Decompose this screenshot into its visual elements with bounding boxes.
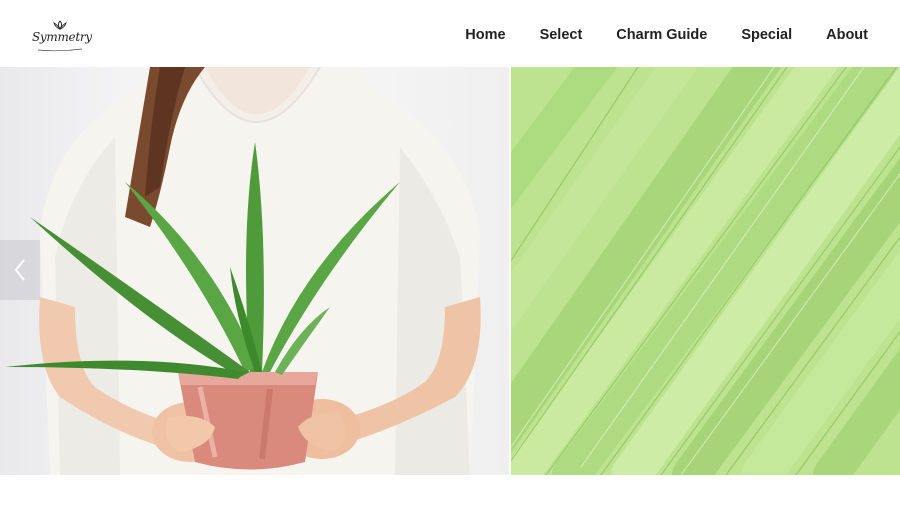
nav-item-about[interactable]: About [826, 27, 868, 43]
site-header: Symmetry Home Select Charm Guide Special… [0, 0, 900, 67]
lotus-icon [53, 20, 67, 30]
nav-item-special[interactable]: Special [741, 27, 792, 43]
content-area-below-slider [0, 475, 900, 514]
hero-image-woman-with-plant [0, 67, 509, 475]
main-nav: Home Select Charm Guide Special About [465, 27, 868, 43]
nav-item-charm-guide[interactable]: Charm Guide [616, 27, 707, 43]
hero-slider [0, 67, 900, 475]
logo-underline-flourish [37, 48, 83, 52]
slider-prev-button[interactable] [0, 240, 40, 300]
nav-item-select[interactable]: Select [540, 27, 583, 43]
hero-image-palm-leaf [511, 67, 900, 475]
logo-wordmark: Symmetry [32, 30, 92, 44]
woman-holding-plant-illustration [5, 67, 481, 475]
brand-logo[interactable]: Symmetry [32, 20, 92, 54]
palm-leaf-illustration [511, 67, 900, 475]
chevron-left-icon [14, 259, 25, 281]
nav-item-home[interactable]: Home [465, 27, 505, 43]
